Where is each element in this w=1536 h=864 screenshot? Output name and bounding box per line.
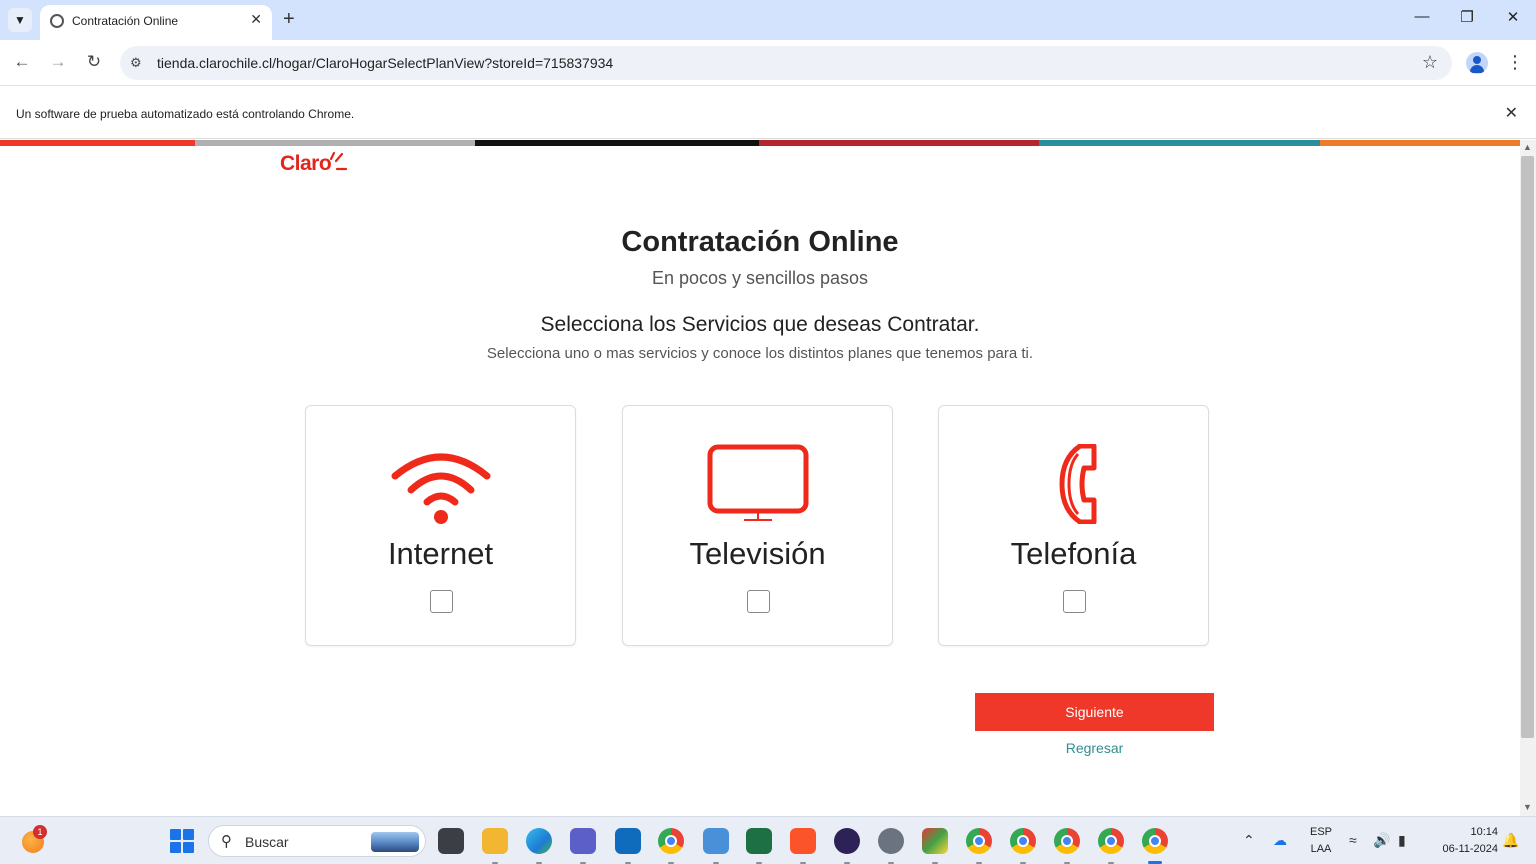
excel-icon[interactable]: [746, 828, 772, 854]
reload-icon[interactable]: ↻: [83, 52, 105, 72]
new-tab-button[interactable]: +: [283, 8, 295, 30]
section-title: Selecciona los Servicios que deseas Cont…: [540, 313, 980, 336]
checkbox-telephony[interactable]: [1063, 590, 1086, 613]
notepad-icon[interactable]: [703, 828, 729, 854]
app-tri-color-icon[interactable]: [922, 828, 948, 854]
chrome-icon[interactable]: [966, 828, 992, 854]
bookmark-star-icon[interactable]: ☆: [1422, 52, 1438, 73]
checkbox-internet[interactable]: [430, 590, 453, 613]
page-subtitle: En pocos y sencillos pasos: [651, 268, 869, 288]
address-bar[interactable]: ⚙ tienda.clarochile.cl/hogar/ClaroHogarS…: [120, 46, 1452, 80]
outlook-icon[interactable]: [615, 828, 641, 854]
scroll-down-arrow-icon[interactable]: ▼: [1523, 802, 1532, 812]
section-subtitle: Selecciona uno o mas servicios y conoce …: [486, 345, 1034, 362]
minimize-button[interactable]: —: [1407, 8, 1437, 25]
chrome-icon[interactable]: [658, 828, 684, 854]
browser-tab-bar: ▼ Contratación Online ✕ + — ❐ ✕: [0, 0, 1536, 40]
scrollbar-thumb[interactable]: [1521, 156, 1534, 738]
service-label-telephony: Telefonía: [1010, 536, 1137, 571]
onedrive-cloud-icon[interactable]: ☁: [1273, 832, 1287, 849]
back-arrow-icon[interactable]: ←: [11, 52, 33, 72]
infobar-text: Un software de prueba automatizado está …: [16, 107, 355, 121]
windows-taskbar: 1 ⚲ Buscar ⌃ ☁ ESP LAA ≈ 🔊 ▮ 10:14 06-11…: [0, 816, 1536, 864]
browser-tab[interactable]: Contratación Online ✕: [40, 5, 272, 40]
wifi-icon: [306, 444, 575, 524]
tab-title: Contratación Online: [72, 14, 179, 28]
phone-icon: [939, 444, 1208, 524]
url-text[interactable]: tienda.clarochile.cl/hogar/ClaroHogarSel…: [157, 55, 613, 71]
claro-logo-rays-icon: [329, 151, 348, 171]
globe-icon: [50, 14, 64, 28]
eclipse-icon[interactable]: [834, 828, 860, 854]
brave-icon[interactable]: [790, 828, 816, 854]
taskbar-search-placeholder: Buscar: [245, 834, 289, 850]
search-highlight-image: [371, 832, 419, 852]
checkbox-television[interactable]: [747, 590, 770, 613]
next-button[interactable]: Siguiente: [975, 693, 1214, 731]
close-tab-icon[interactable]: ✕: [250, 11, 262, 28]
back-link[interactable]: Regresar: [975, 740, 1214, 756]
tab-search-button[interactable]: ▼: [8, 8, 32, 32]
site-settings-icon[interactable]: ⚙: [130, 55, 142, 71]
page-viewport: Claro Contratación Online En pocos y sen…: [0, 140, 1520, 816]
clock-time[interactable]: 10:14: [1428, 826, 1498, 838]
claro-logo[interactable]: Claro: [280, 152, 332, 176]
chrome-icon[interactable]: [1142, 828, 1168, 854]
service-label-television: Televisión: [689, 536, 826, 571]
service-card-internet[interactable]: Internet: [305, 405, 576, 646]
taskbar-search-box[interactable]: ⚲ Buscar: [208, 825, 426, 857]
infobar-close-icon[interactable]: ✕: [1505, 103, 1518, 123]
brand-color-strip: [0, 140, 1520, 146]
tv-icon: [623, 444, 892, 524]
automation-infobar: Un software de prueba automatizado está …: [0, 87, 1536, 139]
clock-date[interactable]: 06-11-2024: [1428, 843, 1498, 855]
chevron-down-icon: ▼: [14, 13, 26, 27]
search-icon: ⚲: [221, 833, 232, 850]
page-title: Contratación Online: [621, 226, 899, 258]
menu-kebab-icon[interactable]: ⋮: [1506, 50, 1524, 74]
language-code[interactable]: ESP: [1306, 826, 1336, 838]
weather-badge: 1: [33, 825, 47, 839]
file-explorer-icon[interactable]: [482, 828, 508, 854]
settings-gear-icon[interactable]: [878, 828, 904, 854]
battery-icon[interactable]: ▮: [1398, 832, 1406, 849]
volume-icon[interactable]: 🔊: [1373, 832, 1390, 849]
notification-bell-icon[interactable]: 🔔: [1502, 832, 1519, 849]
service-card-telephony[interactable]: Telefonía: [938, 405, 1209, 646]
keyboard-layout[interactable]: LAA: [1306, 843, 1336, 855]
service-label-internet: Internet: [387, 536, 494, 571]
chrome-icon[interactable]: [1098, 828, 1124, 854]
wifi-tray-icon[interactable]: ≈: [1349, 832, 1357, 848]
service-card-television[interactable]: Televisión: [622, 405, 893, 646]
task-view-icon[interactable]: [438, 828, 464, 854]
scroll-up-arrow-icon[interactable]: ▲: [1523, 142, 1532, 152]
edge-icon[interactable]: [526, 828, 552, 854]
restore-button[interactable]: ❐: [1452, 8, 1482, 26]
show-hidden-icons-chevron-icon[interactable]: ⌃: [1243, 832, 1255, 849]
profile-avatar-icon[interactable]: [1466, 52, 1488, 74]
windows-start-icon[interactable]: [170, 829, 194, 853]
browser-toolbar: ← → ↻ ⚙ tienda.clarochile.cl/hogar/Claro…: [0, 40, 1536, 86]
chrome-icon[interactable]: [1010, 828, 1036, 854]
chrome-icon[interactable]: [1054, 828, 1080, 854]
teams-icon[interactable]: [570, 828, 596, 854]
close-window-button[interactable]: ✕: [1498, 8, 1528, 26]
forward-arrow-icon[interactable]: →: [47, 52, 69, 72]
